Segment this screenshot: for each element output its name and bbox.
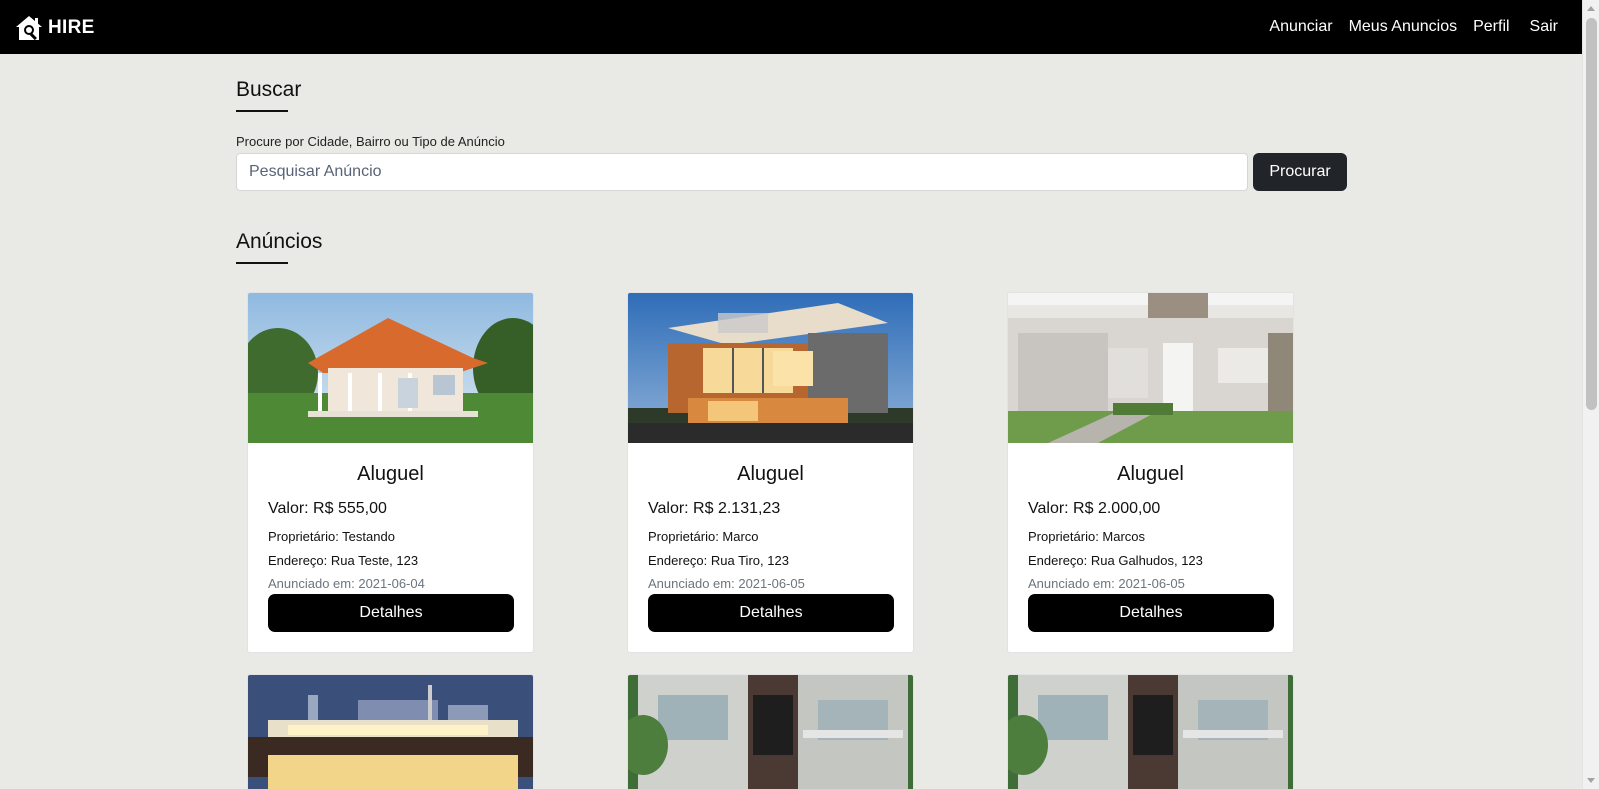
listing-price: Valor: R$ 2.000,00 (1028, 500, 1161, 517)
listing-owner: Proprietário: Testando (268, 529, 395, 544)
listing-card: Aluguel Valor: R$ 555,00 Proprietário: T… (247, 292, 534, 653)
nav-link-anunciar[interactable]: Anunciar (1269, 18, 1332, 36)
nav-link-perfil[interactable]: Perfil (1473, 18, 1509, 36)
listing-owner: Proprietário: Marco (648, 529, 759, 544)
listing-image (628, 675, 913, 789)
listing-price: Valor: R$ 555,00 (268, 500, 387, 517)
listing-image (628, 293, 913, 443)
listing-type: Aluguel (357, 463, 424, 485)
search-heading: Buscar (236, 78, 302, 101)
listing-date: Anunciado em: 2021-06-05 (1028, 576, 1185, 591)
house-search-icon (16, 16, 42, 41)
listing-card: Aluguel Valor: R$ 2.000,00 Proprietário:… (1007, 292, 1294, 653)
scroll-up-arrow-icon[interactable] (1587, 6, 1595, 11)
listing-card: Aluguel Valor: R$ 2.131,23 Proprietário:… (627, 292, 914, 653)
nav-link-sair[interactable]: Sair (1530, 18, 1558, 36)
listing-image (1008, 675, 1293, 789)
details-button[interactable]: Detalhes (268, 594, 514, 632)
listing-image (1008, 293, 1293, 443)
search-button[interactable]: Procurar (1253, 153, 1347, 191)
listing-type: Aluguel (1117, 463, 1184, 485)
listing-price: Valor: R$ 2.131,23 (648, 500, 781, 517)
listing-address: Endereço: Rua Teste, 123 (268, 553, 419, 568)
listing-date: Anunciado em: 2021-06-04 (268, 576, 425, 591)
listing-owner: Proprietário: Marcos (1028, 529, 1146, 544)
listings-heading: Anúncios (236, 230, 323, 253)
page-scrollbar[interactable] (1582, 0, 1599, 789)
top-navbar: HIRE Anunciar Meus Anuncios Perfil Sair (0, 0, 1582, 54)
listing-address: Endereço: Rua Galhudos, 123 (1028, 553, 1203, 568)
details-button[interactable]: Detalhes (1028, 594, 1274, 632)
listing-type: Aluguel (737, 463, 804, 485)
details-button[interactable]: Detalhes (648, 594, 894, 632)
listing-card (627, 674, 914, 789)
nav-links: Anunciar Meus Anuncios Perfil Sair (1253, 0, 1558, 54)
search-input[interactable] (236, 153, 1248, 191)
search-label: Procure por Cidade, Bairro ou Tipo de An… (236, 134, 505, 149)
listing-image (248, 675, 533, 789)
listing-date: Anunciado em: 2021-06-05 (648, 576, 805, 591)
brand-logo[interactable]: HIRE (14, 13, 95, 43)
search-heading-underline (236, 110, 288, 112)
brand-name: HIRE (48, 17, 95, 38)
listing-image (248, 293, 533, 443)
listing-card (247, 674, 534, 789)
scroll-thumb[interactable] (1586, 18, 1597, 410)
listings-heading-underline (236, 262, 288, 264)
listing-address: Endereço: Rua Tiro, 123 (648, 553, 789, 568)
listing-card (1007, 674, 1294, 789)
scroll-down-arrow-icon[interactable] (1587, 778, 1595, 783)
nav-link-meus-anuncios[interactable]: Meus Anuncios (1349, 18, 1458, 36)
